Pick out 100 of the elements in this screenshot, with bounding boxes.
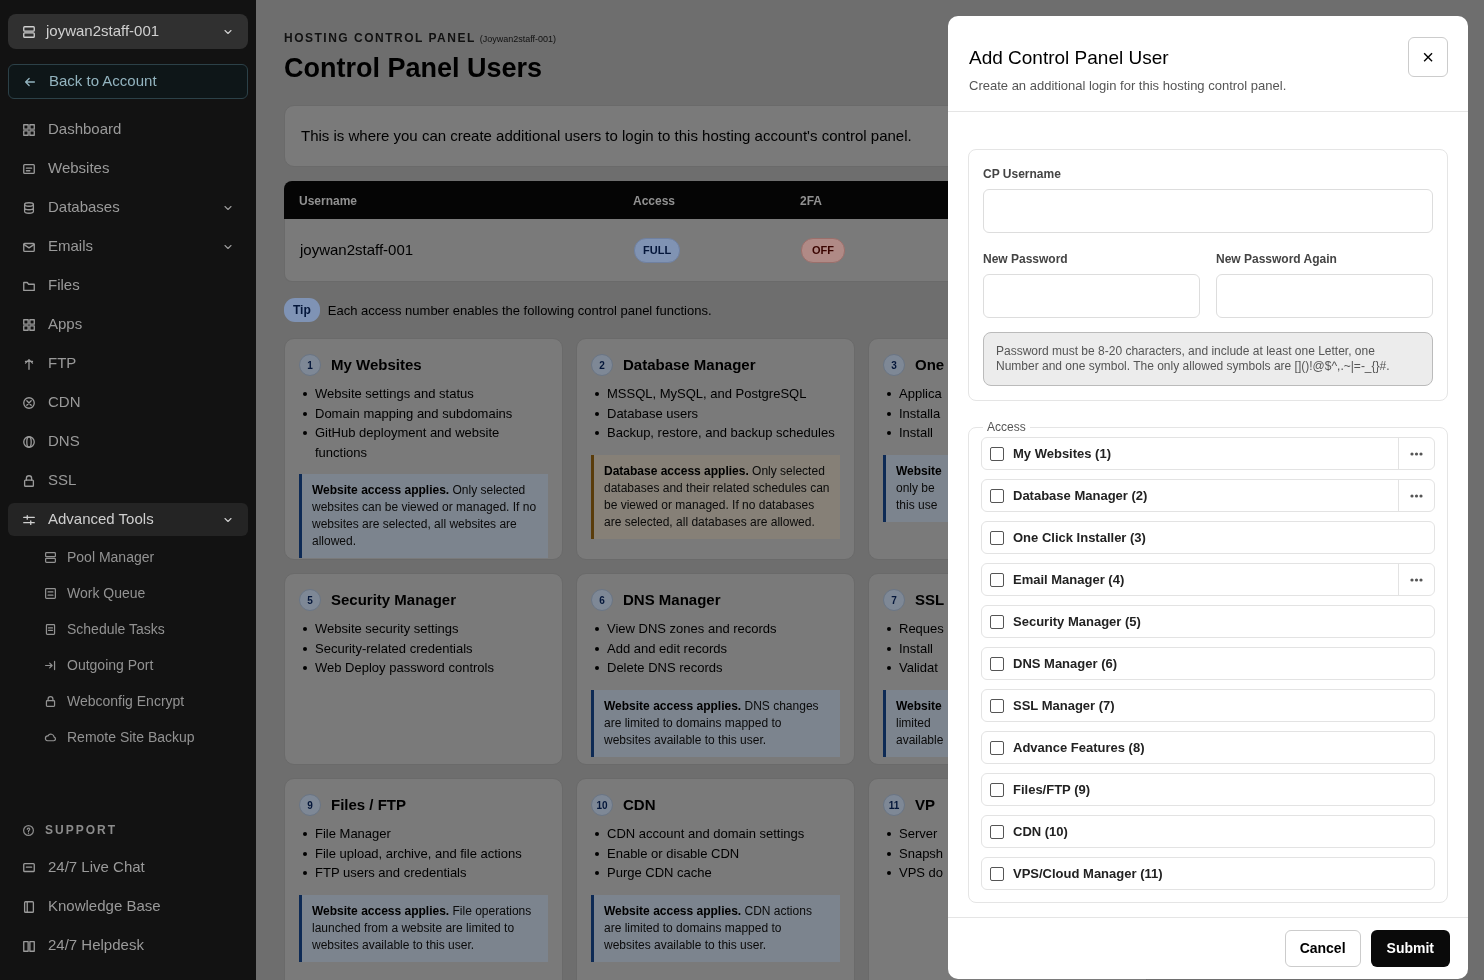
table-cell: joywan2staff-001 xyxy=(300,241,414,259)
column-header: 2FA xyxy=(800,193,822,208)
grid-icon xyxy=(22,317,36,332)
nav-subitem[interactable]: Work Queue xyxy=(8,578,248,608)
back-button[interactable]: Back to Account xyxy=(8,64,248,99)
card-title: VP xyxy=(915,796,935,815)
checkbox[interactable] xyxy=(990,698,1004,713)
field-label: New Password xyxy=(983,251,1068,269)
bullet-item: Website security settings xyxy=(303,619,548,639)
nav-item[interactable]: Databases xyxy=(8,191,248,224)
card-title: My Websites xyxy=(331,356,422,375)
checkbox[interactable] xyxy=(990,782,1004,797)
card-title: Files / FTP xyxy=(331,796,406,815)
input-field[interactable] xyxy=(983,189,1433,234)
server-icon xyxy=(44,550,57,564)
document-icon xyxy=(44,622,57,636)
more-icon xyxy=(1410,451,1423,456)
nav-item[interactable]: DNS xyxy=(8,425,248,458)
option-label[interactable]: Security Manager (5) xyxy=(1013,612,1434,632)
status-badge: OFF xyxy=(801,238,845,263)
option-label[interactable]: VPS/Cloud Manager (11) xyxy=(1013,864,1434,884)
grid-icon xyxy=(22,122,36,137)
info-note: Website access applies. Only selected websites can be viewed or managed. If no websites are selected, all websites are allowed. xyxy=(299,474,548,559)
bullet-item: Database users xyxy=(595,403,840,424)
database-icon xyxy=(22,200,36,215)
number-badge: 5 xyxy=(299,589,321,612)
input-field[interactable] xyxy=(1216,274,1433,319)
nav-item[interactable]: Files xyxy=(8,269,248,302)
nav-item[interactable]: Knowledge Base xyxy=(8,890,248,923)
bullet-item: Delete DNS records xyxy=(595,658,840,678)
card-title: Security Manager xyxy=(331,591,457,610)
number-badge: 9 xyxy=(299,794,321,817)
nav-item[interactable]: Websites xyxy=(8,152,248,185)
nav-item[interactable]: Advanced Tools xyxy=(8,503,248,536)
input-field[interactable] xyxy=(983,274,1200,319)
number-badge: 7 xyxy=(883,589,905,612)
cross-circle-icon xyxy=(22,395,36,410)
checkbox[interactable] xyxy=(990,488,1004,503)
card-title: CDN xyxy=(623,796,656,815)
option-label[interactable]: One Click Installer (3) xyxy=(1013,528,1434,548)
book-icon xyxy=(22,899,36,914)
checkbox[interactable] xyxy=(990,446,1004,461)
bullet-item: File upload, archive, and file actions xyxy=(303,843,548,864)
option-label[interactable]: Files/FTP (9) xyxy=(1013,780,1434,800)
access-badge: FULL xyxy=(634,238,681,263)
account-select[interactable]: joywan2staff-001 xyxy=(8,14,248,49)
bullet-item: Add and edit records xyxy=(595,638,840,659)
nav-item[interactable]: 24/7 Live Chat xyxy=(8,851,248,884)
nav-subitem[interactable]: Remote Site Backup xyxy=(8,722,248,752)
bullet-item: Website settings and status xyxy=(303,384,548,404)
option-label[interactable]: Email Manager (4) xyxy=(1013,570,1398,590)
nav-item[interactable]: 24/7 Helpdesk xyxy=(8,929,248,962)
cancel-button[interactable]: Cancel xyxy=(1284,930,1361,968)
bullet-item: Enable or disable CDN xyxy=(595,843,840,864)
checkbox[interactable] xyxy=(990,572,1004,587)
bullet-item: View DNS zones and records xyxy=(595,619,840,639)
number-badge: 1 xyxy=(299,354,321,377)
checkbox[interactable] xyxy=(990,740,1004,755)
info-note: Website access applies. CDN actions are limited to domains mapped to websites available to this user. xyxy=(591,894,840,962)
checkbox[interactable] xyxy=(990,530,1004,545)
arrow-icon xyxy=(22,356,36,371)
nav-subitem[interactable]: Schedule Tasks xyxy=(8,614,248,644)
checkbox[interactable] xyxy=(990,824,1004,839)
nav-item[interactable]: Emails xyxy=(8,230,248,263)
checkbox[interactable] xyxy=(990,866,1004,881)
group-legend: Access xyxy=(983,421,1030,434)
bullet-item: Purge CDN cache xyxy=(595,863,840,883)
number-badge: 11 xyxy=(883,794,905,817)
submit-button[interactable]: Submit xyxy=(1370,930,1450,968)
nav-item[interactable]: FTP xyxy=(8,347,248,380)
nav-item[interactable]: Dashboard xyxy=(8,113,248,146)
checkbox[interactable] xyxy=(990,614,1004,629)
bullet-item: Security-related credentials xyxy=(303,638,548,659)
column-header: Username xyxy=(299,193,358,208)
nav-item[interactable]: SSL xyxy=(8,464,248,497)
help-icon xyxy=(22,823,35,837)
number-badge: 10 xyxy=(591,794,613,817)
option-label[interactable]: DNS Manager (6) xyxy=(1013,654,1434,674)
info-note: Website access applies. File operations launched from a website are limited to websites available to this user. xyxy=(299,894,548,962)
lock-icon xyxy=(22,473,36,488)
dialog-title: Add Control Panel User xyxy=(969,47,1170,70)
nav-subitem[interactable]: Outgoing Port xyxy=(8,650,248,680)
eyebrow-text: HOSTING CONTROL PANEL xyxy=(284,31,476,45)
info-note: Database access applies. Only selected databases and their related schedules can be viewed or managed. If no databases are selected, all databases are allowed. xyxy=(591,454,840,539)
nav-subitem[interactable]: Pool Manager xyxy=(8,542,248,572)
close-button[interactable]: × xyxy=(1408,37,1448,77)
bullet-item: GitHub deployment and website functions xyxy=(303,423,548,463)
bullet-item: MSSQL, MySQL, and PostgreSQL xyxy=(595,384,840,404)
bullet-item: FTP users and credentials xyxy=(303,863,548,883)
nav-subitem[interactable]: Webconfig Encrypt xyxy=(8,686,248,716)
field-label: New Password Again xyxy=(1216,251,1337,269)
nav-item[interactable]: Apps xyxy=(8,308,248,341)
checkbox[interactable] xyxy=(990,656,1004,671)
card-title: Database Manager xyxy=(623,356,756,375)
nav-item[interactable]: CDN xyxy=(8,386,248,419)
number-badge: 6 xyxy=(591,589,613,612)
more-icon xyxy=(1410,577,1423,582)
bullet-item: File Manager xyxy=(303,824,548,844)
option-label[interactable]: CDN (10) xyxy=(1013,822,1434,842)
number-badge: 2 xyxy=(591,354,613,377)
